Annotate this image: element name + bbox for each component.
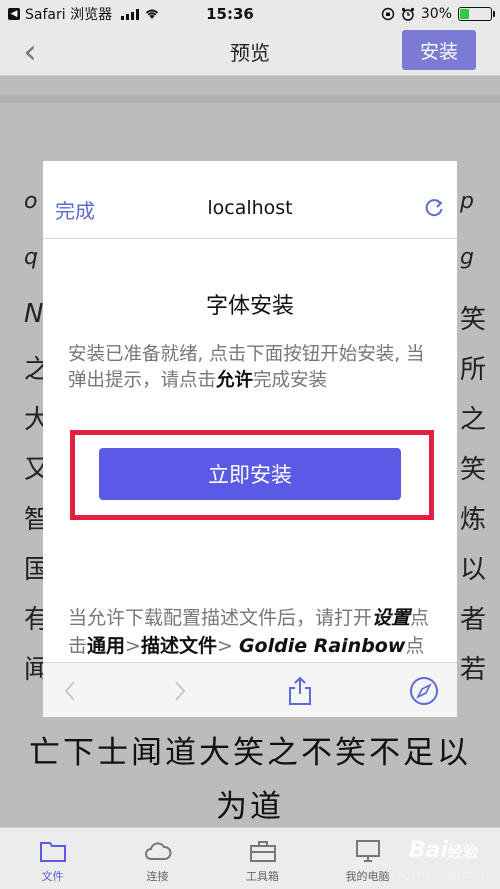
tab-label: 文件: [41, 870, 64, 883]
share-icon[interactable]: [285, 676, 315, 706]
after-settings: 设置: [372, 607, 411, 629]
computer-icon: [355, 840, 380, 862]
preview-glyph: q: [24, 245, 42, 270]
preview-glyph: g: [460, 245, 478, 270]
sheet-header: 完成 localhost: [43, 161, 457, 239]
preview-glyph: 笑: [460, 305, 491, 335]
preview-glyph: 以: [460, 555, 491, 585]
header-install-button[interactable]: 安装: [402, 30, 476, 70]
preview-glyph: 之: [460, 405, 491, 435]
preview-glyph: 若: [460, 655, 491, 685]
host-label: localhost: [207, 197, 293, 219]
status-right: 30%: [302, 6, 495, 22]
after-separator: >: [125, 635, 141, 657]
tab-connect[interactable]: 连接: [105, 828, 210, 889]
tab-files[interactable]: 文件: [0, 828, 105, 889]
tab-toolbox[interactable]: 工具箱: [210, 828, 315, 889]
after-font-name: Goldie Rainbow: [238, 635, 406, 657]
tab-label: 连接: [146, 870, 169, 883]
preview-glyph: 所: [460, 355, 491, 385]
folder-icon: [39, 842, 66, 862]
status-time: 15:36: [206, 5, 254, 23]
preview-glyph: p: [460, 189, 478, 214]
install-title: 字体安装: [205, 294, 294, 319]
preview-glyph: 炼: [460, 505, 491, 535]
after-general: 通用: [87, 635, 126, 657]
cloud-icon: [144, 842, 171, 860]
sheet-toolbar: [43, 662, 457, 717]
refresh-icon[interactable]: [423, 197, 445, 219]
preview-text-line: 亡下士闻道大笑之不笑不足以: [29, 735, 471, 771]
instruction-text-end: 完成安装: [253, 370, 328, 391]
toolbox-icon: [249, 841, 276, 862]
tab-label: 工具箱: [246, 870, 279, 883]
install-web-sheet: 完成 localhost 字体安装 安装已准备就绪, 点击下面按钮开始安装, 当…: [43, 161, 457, 717]
sheet-content: 字体安装 安装已准备就绪, 点击下面按钮开始安装, 当弹出提示，请点击允许完成安…: [43, 240, 457, 685]
preview-text-line: 为道: [216, 789, 284, 825]
signal-icon: [121, 8, 140, 20]
browser-forward-icon[interactable]: [165, 676, 195, 706]
back-to-app-icon[interactable]: ◀: [8, 8, 20, 20]
orientation-lock-icon: [381, 7, 395, 21]
preview-glyph: o: [24, 189, 42, 214]
after-text: 当允许下载配置描述文件后，请打开: [68, 607, 373, 629]
compass-icon[interactable]: [409, 676, 439, 706]
watermark-brand: Bai: [408, 838, 448, 863]
preview-divider: [0, 95, 500, 103]
watermark-url: jingyan.baidu.com: [391, 870, 484, 881]
watermark-brand-tail: 经验: [447, 843, 478, 861]
preview-glyph: 笑: [460, 455, 491, 485]
install-now-button[interactable]: 立即安装: [99, 448, 401, 500]
back-to-app-label[interactable]: Safari 浏览器: [25, 4, 112, 24]
back-chevron-icon[interactable]: ‹: [0, 28, 60, 76]
browser-back-icon[interactable]: [55, 676, 85, 706]
nav-bar: ‹ 预览 安装: [0, 28, 500, 76]
status-bar: ◀ Safari 浏览器 15:36 30%: [0, 0, 500, 28]
battery-percent: 30%: [420, 6, 452, 22]
preview-glyph: 者: [460, 605, 491, 635]
after-profile: 描述文件: [140, 635, 217, 657]
instruction-allow: 允许: [216, 370, 254, 391]
battery-icon: [458, 7, 495, 21]
after-separator: >: [216, 635, 233, 657]
baidu-watermark-logo: Bai经验: [409, 838, 478, 863]
alarm-icon: [401, 7, 414, 21]
tab-label: 我的电脑: [345, 870, 390, 883]
install-instructions: 安装已准备就绪, 点击下面按钮开始安装, 当弹出提示，请点击允许完成安装: [68, 342, 428, 394]
